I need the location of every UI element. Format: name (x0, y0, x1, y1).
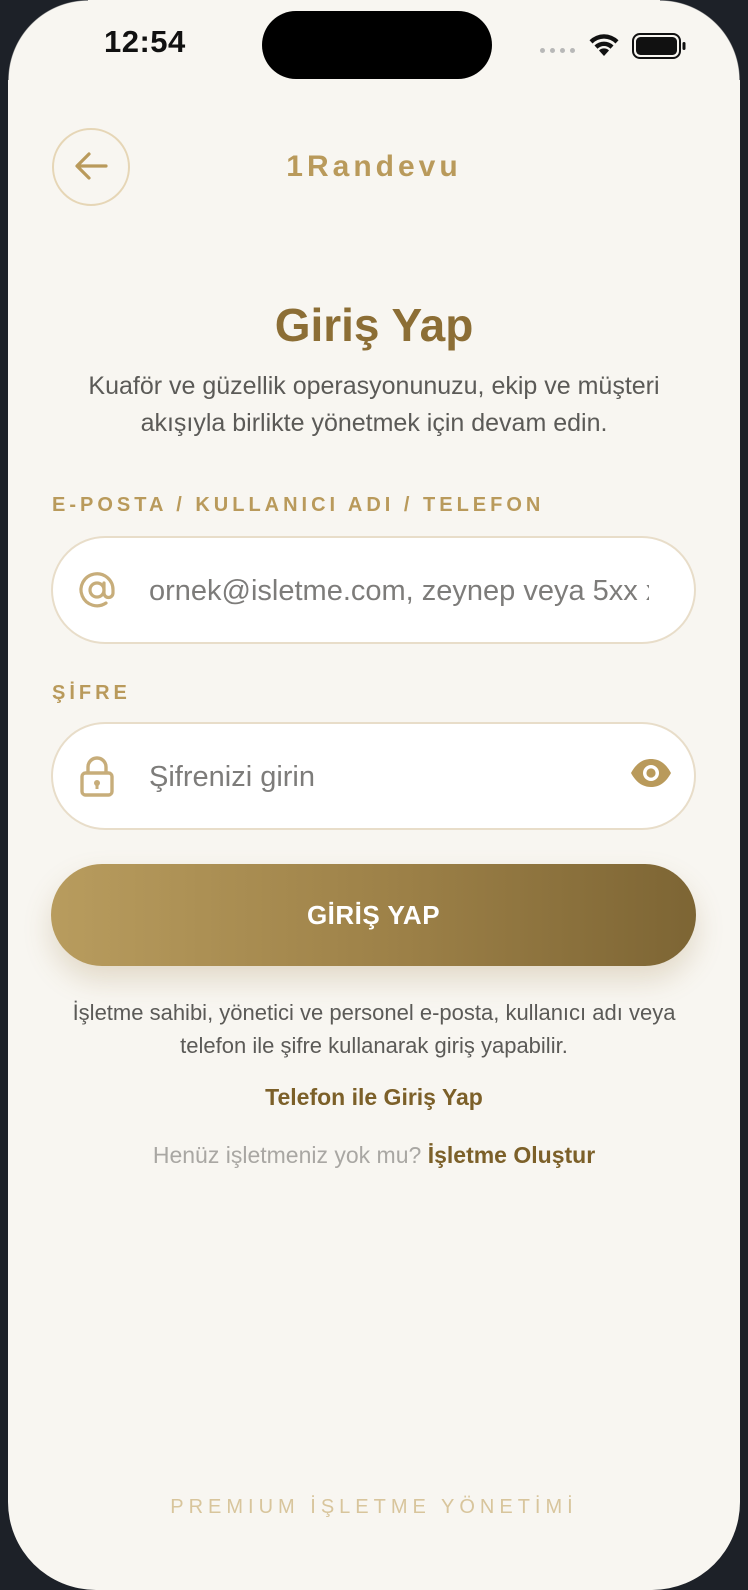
login-help-text: İşletme sahibi, yönetici ve personel e-p… (72, 1000, 676, 1058)
password-input[interactable] (147, 724, 651, 830)
phone-login-link[interactable]: Telefon ile Giriş Yap (8, 1084, 740, 1111)
password-field[interactable] (51, 722, 696, 830)
screen-corner (660, 0, 740, 80)
app-brand: 1Randevu (286, 150, 462, 183)
dynamic-island (262, 11, 492, 79)
no-business-text: Henüz işletmeniz yok mu? (152, 1142, 422, 1168)
identifier-input[interactable] (147, 538, 651, 644)
screen-corner (8, 0, 88, 80)
create-business-link[interactable]: İşletme Oluştur (428, 1142, 595, 1168)
app-screen: 12:54 1Randevu Giriş Yap Kuaför ve güzel… (8, 0, 740, 1590)
device-frame: 12:54 1Randevu Giriş Yap Kuaför ve güzel… (0, 0, 748, 1590)
identifier-field[interactable] (51, 536, 696, 644)
eye-icon[interactable] (630, 758, 672, 793)
status-time: 12:54 (104, 24, 186, 59)
identifier-label: E-POSTA / KULLANICI ADI / TELEFON (52, 494, 545, 516)
wifi-icon (586, 30, 622, 63)
page-subtitle: Kuaför ve güzellik operasyonunuzu, ekip … (88, 372, 660, 437)
page-title: Giriş Yap (274, 299, 474, 351)
login-button[interactable]: GİRİŞ YAP (51, 864, 696, 966)
create-business-row: Henüz işletmeniz yok mu? İşletme Oluştur (8, 1142, 740, 1169)
footer-tagline: PREMIUM İŞLETME YÖNETİMİ (170, 1496, 578, 1518)
at-icon (75, 568, 119, 612)
cellular-signal-icon (540, 48, 575, 53)
password-label: ŞİFRE (52, 682, 131, 704)
lock-icon (75, 754, 119, 798)
